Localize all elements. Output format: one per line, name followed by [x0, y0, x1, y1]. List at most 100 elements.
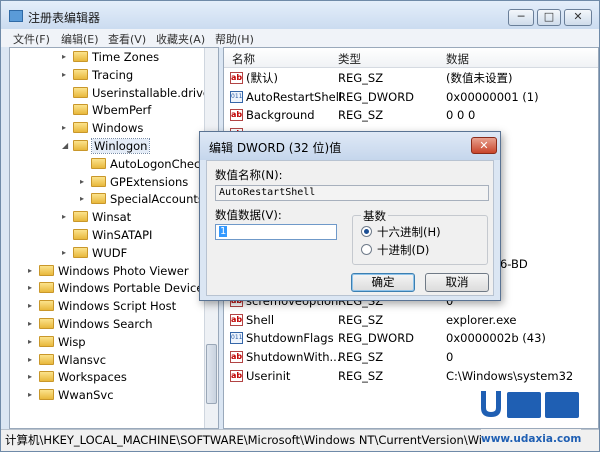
column-type-header[interactable]: 类型: [338, 51, 361, 67]
value-name: AutoRestartShell: [246, 89, 343, 104]
tree-item-label[interactable]: Windows Photo Viewer: [58, 264, 189, 278]
expand-arrow-icon[interactable]: ▸: [80, 190, 90, 208]
tree-item[interactable]: ▸ GPExtensions: [80, 173, 188, 191]
expand-arrow-icon[interactable]: ▸: [28, 386, 38, 404]
menu-edit[interactable]: 编辑(E): [61, 31, 99, 47]
value-type: REG_SZ: [338, 350, 384, 364]
value-row[interactable]: 011 AutoRestartShell REG_DWORD 0x00000001 (…: [224, 88, 598, 107]
tree-item-label[interactable]: Windows Search: [58, 317, 153, 331]
value-row[interactable]: ab Userinit REG_SZ C:\Windows\system32: [224, 367, 598, 386]
tree-item-label[interactable]: WinSATAPI: [92, 228, 152, 242]
binary-value-icon: 011: [230, 90, 243, 103]
menu-file[interactable]: 文件(F): [13, 31, 50, 47]
dialog-close-button[interactable]: ✕: [471, 137, 497, 154]
expand-arrow-icon[interactable]: ▸: [28, 368, 38, 386]
tree-item-label[interactable]: Time Zones: [92, 50, 159, 64]
hex-radio[interactable]: [361, 226, 372, 237]
dialog-title-bar[interactable]: 编辑 DWORD (32 位)值 ✕: [200, 132, 500, 160]
cancel-button[interactable]: 取消: [425, 273, 489, 292]
tree-item-label[interactable]: WUDF: [92, 246, 127, 260]
tree-item-label[interactable]: WwanSvc: [58, 388, 114, 402]
close-button[interactable]: ✕: [564, 9, 592, 26]
tree-item[interactable]: Userinstallable.drivers: [62, 84, 218, 102]
base-groupbox: 基数 十六进制(H) 十进制(D): [352, 208, 488, 265]
tree-item-label[interactable]: Winlogon: [90, 138, 151, 154]
hex-radio-label[interactable]: 十六进制(H): [377, 224, 441, 240]
tree-item[interactable]: ▸ Windows Photo Viewer: [28, 262, 189, 280]
tree-item[interactable]: ▸ Tracing: [62, 66, 133, 84]
regedit-icon: [9, 10, 23, 22]
decimal-radio[interactable]: [361, 244, 372, 255]
folder-icon: [39, 282, 54, 294]
tree-item[interactable]: ▸ Workspaces: [28, 368, 127, 386]
value-row[interactable]: ab Background REG_SZ 0 0 0: [224, 106, 598, 125]
tree-item[interactable]: ▸ WUDF: [62, 244, 127, 262]
tree-scroll-thumb[interactable]: [206, 344, 217, 404]
tree-item[interactable]: ▸ Windows Script Host: [28, 297, 176, 315]
title-bar[interactable]: 注册表编辑器 ─ □ ✕: [1, 1, 599, 31]
expand-arrow-icon[interactable]: ▸: [28, 351, 38, 369]
expand-arrow-icon[interactable]: ▸: [62, 48, 72, 66]
column-name-header[interactable]: 名称: [232, 51, 255, 67]
value-type: REG_SZ: [338, 108, 384, 123]
menu-view[interactable]: 查看(V): [108, 31, 146, 47]
menu-favorites[interactable]: 收藏夹(A): [156, 31, 205, 47]
value-data-input[interactable]: 1: [215, 224, 337, 240]
minimize-button[interactable]: ─: [508, 9, 534, 26]
tree-item[interactable]: WinSATAPI: [62, 226, 152, 244]
tree-item-label[interactable]: GPExtensions: [110, 175, 188, 189]
ok-button[interactable]: 确定: [351, 273, 415, 292]
tree-item-label[interactable]: Wisp: [58, 335, 86, 349]
tree-item-label[interactable]: Userinstallable.drivers: [92, 86, 218, 100]
maximize-button[interactable]: □: [537, 9, 561, 26]
expand-arrow-icon[interactable]: ◢: [62, 137, 72, 155]
folder-icon: [73, 68, 88, 80]
tree-item[interactable]: ◢ Winlogon: [62, 137, 151, 155]
folder-icon: [73, 246, 88, 258]
tree-item[interactable]: ▸ Windows: [62, 119, 143, 137]
tree-item-label[interactable]: Tracing: [92, 68, 133, 82]
expand-arrow-icon[interactable]: ▸: [62, 244, 72, 262]
tree-item[interactable]: ▸ Wlansvc: [28, 351, 106, 369]
expand-arrow-icon[interactable]: ▸: [28, 315, 38, 333]
value-name: (默认): [246, 71, 278, 85]
decimal-radio-label[interactable]: 十进制(D): [377, 242, 429, 258]
tree-item-label[interactable]: SpecialAccounts: [110, 192, 204, 206]
expand-arrow-icon[interactable]: ▸: [28, 297, 38, 315]
tree-item-label[interactable]: Windows Portable Devices: [58, 281, 209, 295]
expand-arrow-icon[interactable]: ▸: [28, 333, 38, 351]
tree-item[interactable]: ▸ Windows Portable Devices: [28, 279, 209, 297]
value-row[interactable]: 011 ShutdownFlags REG_DWORD 0x0000002b (43): [224, 329, 598, 348]
expand-arrow-icon[interactable]: ▸: [62, 208, 72, 226]
expand-arrow-icon[interactable]: ▸: [28, 279, 38, 297]
value-row[interactable]: ab (默认) REG_SZ (数值未设置): [224, 69, 598, 88]
expand-arrow-icon[interactable]: ▸: [28, 262, 38, 280]
expand-arrow-icon[interactable]: ▸: [62, 119, 72, 137]
expand-arrow-icon[interactable]: ▸: [80, 173, 90, 191]
tree-item-label[interactable]: Wlansvc: [58, 353, 106, 367]
tree-item-label[interactable]: Windows: [92, 121, 143, 135]
folder-icon: [73, 140, 88, 151]
tree-item-label[interactable]: Workspaces: [58, 370, 127, 384]
folder-icon: [39, 389, 54, 401]
tree-item-label[interactable]: Winsat: [92, 210, 131, 224]
expand-arrow-icon[interactable]: ▸: [62, 66, 72, 84]
tree-item[interactable]: WbemPerf: [62, 101, 151, 119]
registry-tree[interactable]: ▸ Time Zones ▸ Tracing Userinstallable.drive…: [9, 47, 219, 429]
tree-item[interactable]: ▸ WwanSvc: [28, 386, 114, 404]
tree-item-label[interactable]: Windows Script Host: [58, 299, 176, 313]
value-type: REG_DWORD: [338, 89, 415, 104]
tree-item[interactable]: ▸ Windows Search: [28, 315, 153, 333]
tree-item[interactable]: ▸ Wisp: [28, 333, 86, 351]
folder-icon: [91, 175, 106, 187]
value-data-label: 数值数据(V):: [215, 208, 282, 222]
column-data-header[interactable]: 数据: [446, 51, 469, 67]
value-row[interactable]: ab ShutdownWith... REG_SZ 0: [224, 348, 598, 367]
tree-item-label[interactable]: WbemPerf: [92, 103, 151, 117]
value-row[interactable]: ab Shell REG_SZ explorer.exe: [224, 311, 598, 330]
tree-item[interactable]: ▸ SpecialAccounts: [80, 190, 204, 208]
tree-item[interactable]: ▸ Time Zones: [62, 48, 159, 66]
folder-icon: [39, 335, 54, 347]
tree-item[interactable]: ▸ Winsat: [62, 208, 131, 226]
menu-help[interactable]: 帮助(H): [215, 31, 254, 47]
